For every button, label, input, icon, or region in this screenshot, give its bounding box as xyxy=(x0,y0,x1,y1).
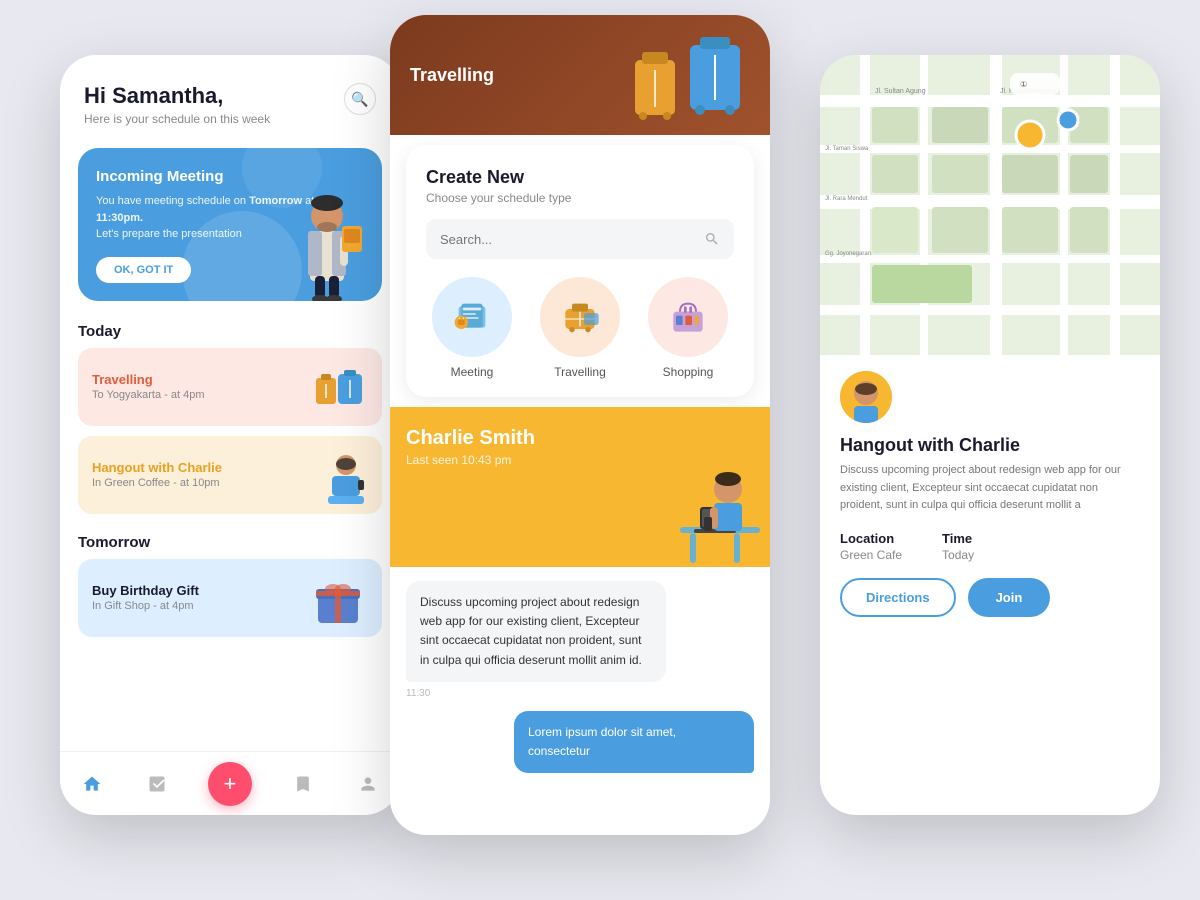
event-meta: Location Green Cafe Time Today xyxy=(840,531,1140,562)
chat-time-1: 11:30 xyxy=(406,688,754,699)
chat-message-2: Lorem ipsum dolor sit amet, consectetur xyxy=(514,711,754,773)
search-button[interactable]: 🔍 xyxy=(344,83,376,115)
greeting-text: Hi Samantha, xyxy=(84,83,270,109)
event-avatar xyxy=(840,371,892,423)
travelling-title: Travelling xyxy=(92,372,308,387)
create-new-title: Create New xyxy=(426,167,734,188)
event-action-buttons: Directions Join xyxy=(840,578,1140,617)
location-value: Green Cafe xyxy=(840,548,902,562)
shopping-label: Shopping xyxy=(663,365,714,379)
hangout-sub: In Green Coffee - at 10pm xyxy=(92,477,308,489)
phone-detail: Jl. Sultan Agung Jl. Kusumanegara Jl. Ta… xyxy=(820,55,1160,815)
chat-message-1: Discuss upcoming project about redesign … xyxy=(406,581,666,682)
chat-messages: Discuss upcoming project about redesign … xyxy=(390,567,770,787)
schedule-types-row: Meeting xyxy=(426,277,734,379)
got-it-button[interactable]: OK, GOT IT xyxy=(96,257,191,283)
schedule-type-travelling[interactable]: Travelling xyxy=(534,277,626,379)
travelling-label: Travelling xyxy=(410,65,494,86)
travelling-bg: Travelling xyxy=(390,15,770,135)
phone-schedule: Hi Samantha, Here is your schedule on th… xyxy=(60,55,400,815)
svg-text:Gg. Joyonegaran: Gg. Joyonegaran xyxy=(825,251,871,257)
time-label: Time xyxy=(942,531,974,546)
travelling-icon-bg xyxy=(540,277,620,357)
travelling-card[interactable]: Travelling To Yogyakarta - at 4pm xyxy=(78,348,382,426)
nav-bookmark[interactable] xyxy=(289,770,317,798)
today-label: Today xyxy=(60,313,400,348)
location-meta: Location Green Cafe xyxy=(840,531,902,562)
birthday-illustration xyxy=(308,573,368,623)
shopping-icon-bg xyxy=(648,277,728,357)
phone-create-chat: Travelling Create New Choose your schedu… xyxy=(390,15,770,835)
hangout-title: Hangout with Charlie xyxy=(92,460,308,475)
hangout-card[interactable]: Hangout with Charlie In Green Coffee - a… xyxy=(78,436,382,514)
hangout-illustration xyxy=(308,450,368,500)
svg-text:①: ① xyxy=(1020,80,1027,89)
svg-text:Jl. Taman Siswa: Jl. Taman Siswa xyxy=(825,146,869,152)
search-icon xyxy=(704,231,720,247)
create-new-card: Create New Choose your schedule type xyxy=(406,145,754,397)
time-value: Today xyxy=(942,548,974,562)
travelling-sub: To Yogyakarta - at 4pm xyxy=(92,389,308,401)
svg-text:Jl. Sultan Agung: Jl. Sultan Agung xyxy=(875,88,926,95)
event-name: Hangout with Charlie xyxy=(840,435,1140,456)
birthday-gift-card[interactable]: Buy Birthday Gift In Gift Shop - at 4pm xyxy=(78,559,382,637)
birthday-sub: In Gift Shop - at 4pm xyxy=(92,600,308,612)
directions-button[interactable]: Directions xyxy=(840,578,956,617)
schedule-search[interactable] xyxy=(426,219,734,259)
map-area[interactable]: Jl. Sultan Agung Jl. Kusumanegara Jl. Ta… xyxy=(820,55,1160,355)
meeting-label: Meeting xyxy=(451,365,494,379)
subtitle-text: Here is your schedule on this week xyxy=(84,112,270,126)
nav-home[interactable] xyxy=(78,770,106,798)
chat-header: Charlie Smith Last seen 10:43 pm xyxy=(390,407,770,567)
create-new-subtitle: Choose your schedule type xyxy=(426,191,734,205)
tomorrow-label: Tomorrow xyxy=(60,524,400,559)
time-meta: Time Today xyxy=(942,531,974,562)
schedule-type-meeting[interactable]: Meeting xyxy=(426,277,518,379)
meeting-icon-bg xyxy=(432,277,512,357)
meeting-illustration xyxy=(282,181,372,301)
schedule-header: Hi Samantha, Here is your schedule on th… xyxy=(60,55,400,136)
schedule-type-shopping[interactable]: Shopping xyxy=(642,277,734,379)
location-label: Location xyxy=(840,531,902,546)
add-button[interactable]: + xyxy=(208,762,252,806)
chat-illustration xyxy=(660,457,760,567)
travelling-label: Travelling xyxy=(554,365,606,379)
nav-tasks[interactable] xyxy=(143,770,171,798)
event-description: Discuss upcoming project about redesign … xyxy=(840,462,1140,515)
travelling-illustration xyxy=(308,362,368,412)
event-detail-card: Hangout with Charlie Discuss upcoming pr… xyxy=(820,355,1160,633)
incoming-meeting-card: Incoming Meeting You have meeting schedu… xyxy=(78,148,382,301)
birthday-title: Buy Birthday Gift xyxy=(92,583,308,598)
search-input[interactable] xyxy=(440,232,696,247)
chat-person-name: Charlie Smith xyxy=(406,427,754,450)
join-button[interactable]: Join xyxy=(968,578,1051,617)
bottom-navigation: + xyxy=(60,751,400,815)
nav-profile[interactable] xyxy=(354,770,382,798)
svg-text:Jl. Rara Mendut: Jl. Rara Mendut xyxy=(825,196,868,202)
